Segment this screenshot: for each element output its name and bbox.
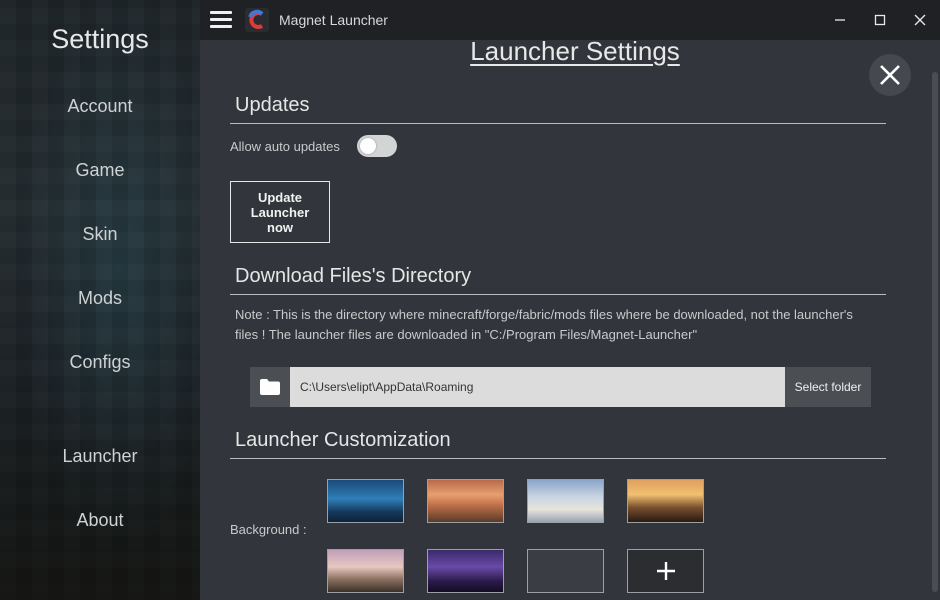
close-icon — [880, 65, 900, 85]
directory-heading: Download Files's Directory — [230, 265, 886, 295]
settings-sidebar: Settings Account Game Skin Mods Configs … — [0, 0, 200, 600]
background-thumbnail[interactable] — [527, 479, 604, 523]
folder-button[interactable] — [250, 367, 290, 407]
background-thumbnail-empty[interactable] — [527, 549, 604, 593]
auto-updates-label: Allow auto updates — [230, 139, 340, 154]
hamburger-menu-icon[interactable] — [210, 10, 232, 30]
update-launcher-button[interactable]: Update Launcher now — [230, 181, 330, 243]
auto-updates-toggle[interactable] — [357, 135, 397, 157]
directory-picker: Select folder — [250, 367, 871, 407]
background-thumbnail[interactable] — [627, 479, 704, 523]
sidebar-item-game[interactable]: Game — [0, 160, 200, 181]
app-title: Magnet Launcher — [279, 12, 388, 28]
plus-icon — [656, 562, 675, 580]
page-title: Launcher Settings — [470, 36, 680, 66]
maximize-icon[interactable] — [860, 0, 900, 40]
background-label: Background : — [230, 522, 307, 537]
magnet-logo-icon — [245, 8, 269, 32]
sidebar-title: Settings — [51, 24, 149, 54]
updates-heading: Updates — [230, 94, 886, 124]
sidebar-item-configs[interactable]: Configs — [0, 352, 200, 373]
sidebar-item-about[interactable]: About — [0, 510, 200, 531]
sidebar-item-launcher[interactable]: Launcher — [0, 446, 200, 467]
folder-icon — [260, 379, 280, 395]
window-close-icon[interactable] — [900, 0, 940, 40]
directory-path-input[interactable] — [290, 367, 785, 407]
background-thumbnail[interactable] — [427, 549, 504, 593]
scrollbar[interactable] — [932, 72, 938, 592]
background-thumbnail[interactable] — [427, 479, 504, 523]
background-thumbnail[interactable] — [327, 479, 404, 523]
background-thumbnail[interactable] — [327, 549, 404, 593]
settings-main-panel: Magnet Launcher Launcher Settings Update… — [200, 0, 940, 600]
add-background-button[interactable] — [627, 549, 704, 593]
toggle-knob — [360, 138, 376, 154]
window-titlebar: Magnet Launcher — [200, 0, 940, 40]
sidebar-item-account[interactable]: Account — [0, 96, 200, 117]
customization-heading: Launcher Customization — [230, 429, 886, 459]
close-settings-button[interactable] — [869, 54, 911, 96]
sidebar-item-skin[interactable]: Skin — [0, 224, 200, 245]
minimize-icon[interactable] — [820, 0, 860, 40]
directory-note: Note : This is the directory where minec… — [235, 307, 853, 342]
sidebar-item-mods[interactable]: Mods — [0, 288, 200, 309]
select-folder-button[interactable]: Select folder — [785, 367, 871, 407]
